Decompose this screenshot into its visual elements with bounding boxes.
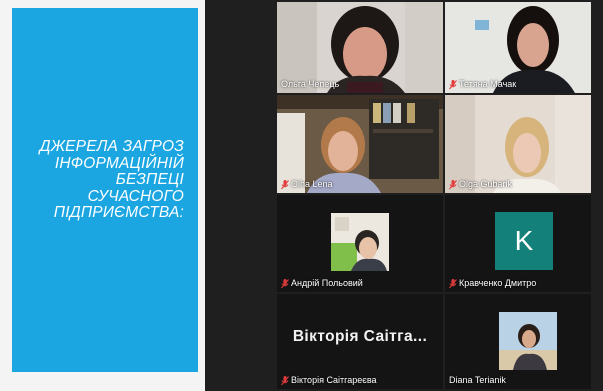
muted-mic-icon: [281, 179, 289, 189]
participant-name: Андрій Польовий: [281, 278, 363, 289]
muted-mic-icon: [449, 79, 457, 89]
participant-tile[interactable]: Olha Lena: [277, 95, 443, 193]
participant-name: Вікторія Саітгареєва: [281, 375, 377, 386]
participant-name: Olga Gubarik: [449, 179, 512, 190]
slide-title: ДЖЕРЕЛА ЗАГРОЗ ІНФОРМАЦІЙНІЙ БЕЗПЕЦІ СУЧ…: [39, 138, 184, 221]
participant-tile[interactable]: Ольга Чепець: [277, 2, 443, 93]
participant-tile[interactable]: Тетяна Мачак: [445, 2, 591, 93]
participant-name: Ольга Чепець: [281, 79, 340, 89]
muted-mic-icon: [281, 278, 289, 288]
participant-display-name: Вікторія Саітга...: [292, 328, 428, 345]
video-conference-window: ДЖЕРЕЛА ЗАГРОЗ ІНФОРМАЦІЙНІЙ БЕЗПЕЦІ СУЧ…: [0, 0, 603, 391]
avatar: K: [495, 212, 553, 270]
participant-tile[interactable]: Olga Gubarik: [445, 95, 591, 193]
muted-mic-icon: [449, 278, 457, 288]
shared-screen-slide: ДЖЕРЕЛА ЗАГРОЗ ІНФОРМАЦІЙНІЙ БЕЗПЕЦІ СУЧ…: [12, 8, 198, 372]
participant-name: Diana Terianik: [449, 375, 506, 385]
participant-video: [499, 312, 557, 370]
muted-mic-icon: [449, 179, 457, 189]
participant-name: Olha Lena: [281, 179, 333, 190]
participant-gallery: Ольга Чепець Тетяна Мачак Olha Lena Olga…: [205, 0, 603, 391]
muted-mic-icon: [281, 375, 289, 385]
participant-name: Тетяна Мачак: [449, 79, 516, 90]
participant-name: Кравченко Дмитро: [449, 278, 536, 289]
participant-tile[interactable]: Андрій Польовий: [277, 195, 443, 292]
participant-video: [331, 213, 389, 271]
participant-tile[interactable]: Diana Terianik: [445, 294, 591, 389]
participant-tile[interactable]: Вікторія Саітга... Вікторія Саітгареєва: [277, 294, 443, 389]
participant-tile[interactable]: K Кравченко Дмитро: [445, 195, 591, 292]
